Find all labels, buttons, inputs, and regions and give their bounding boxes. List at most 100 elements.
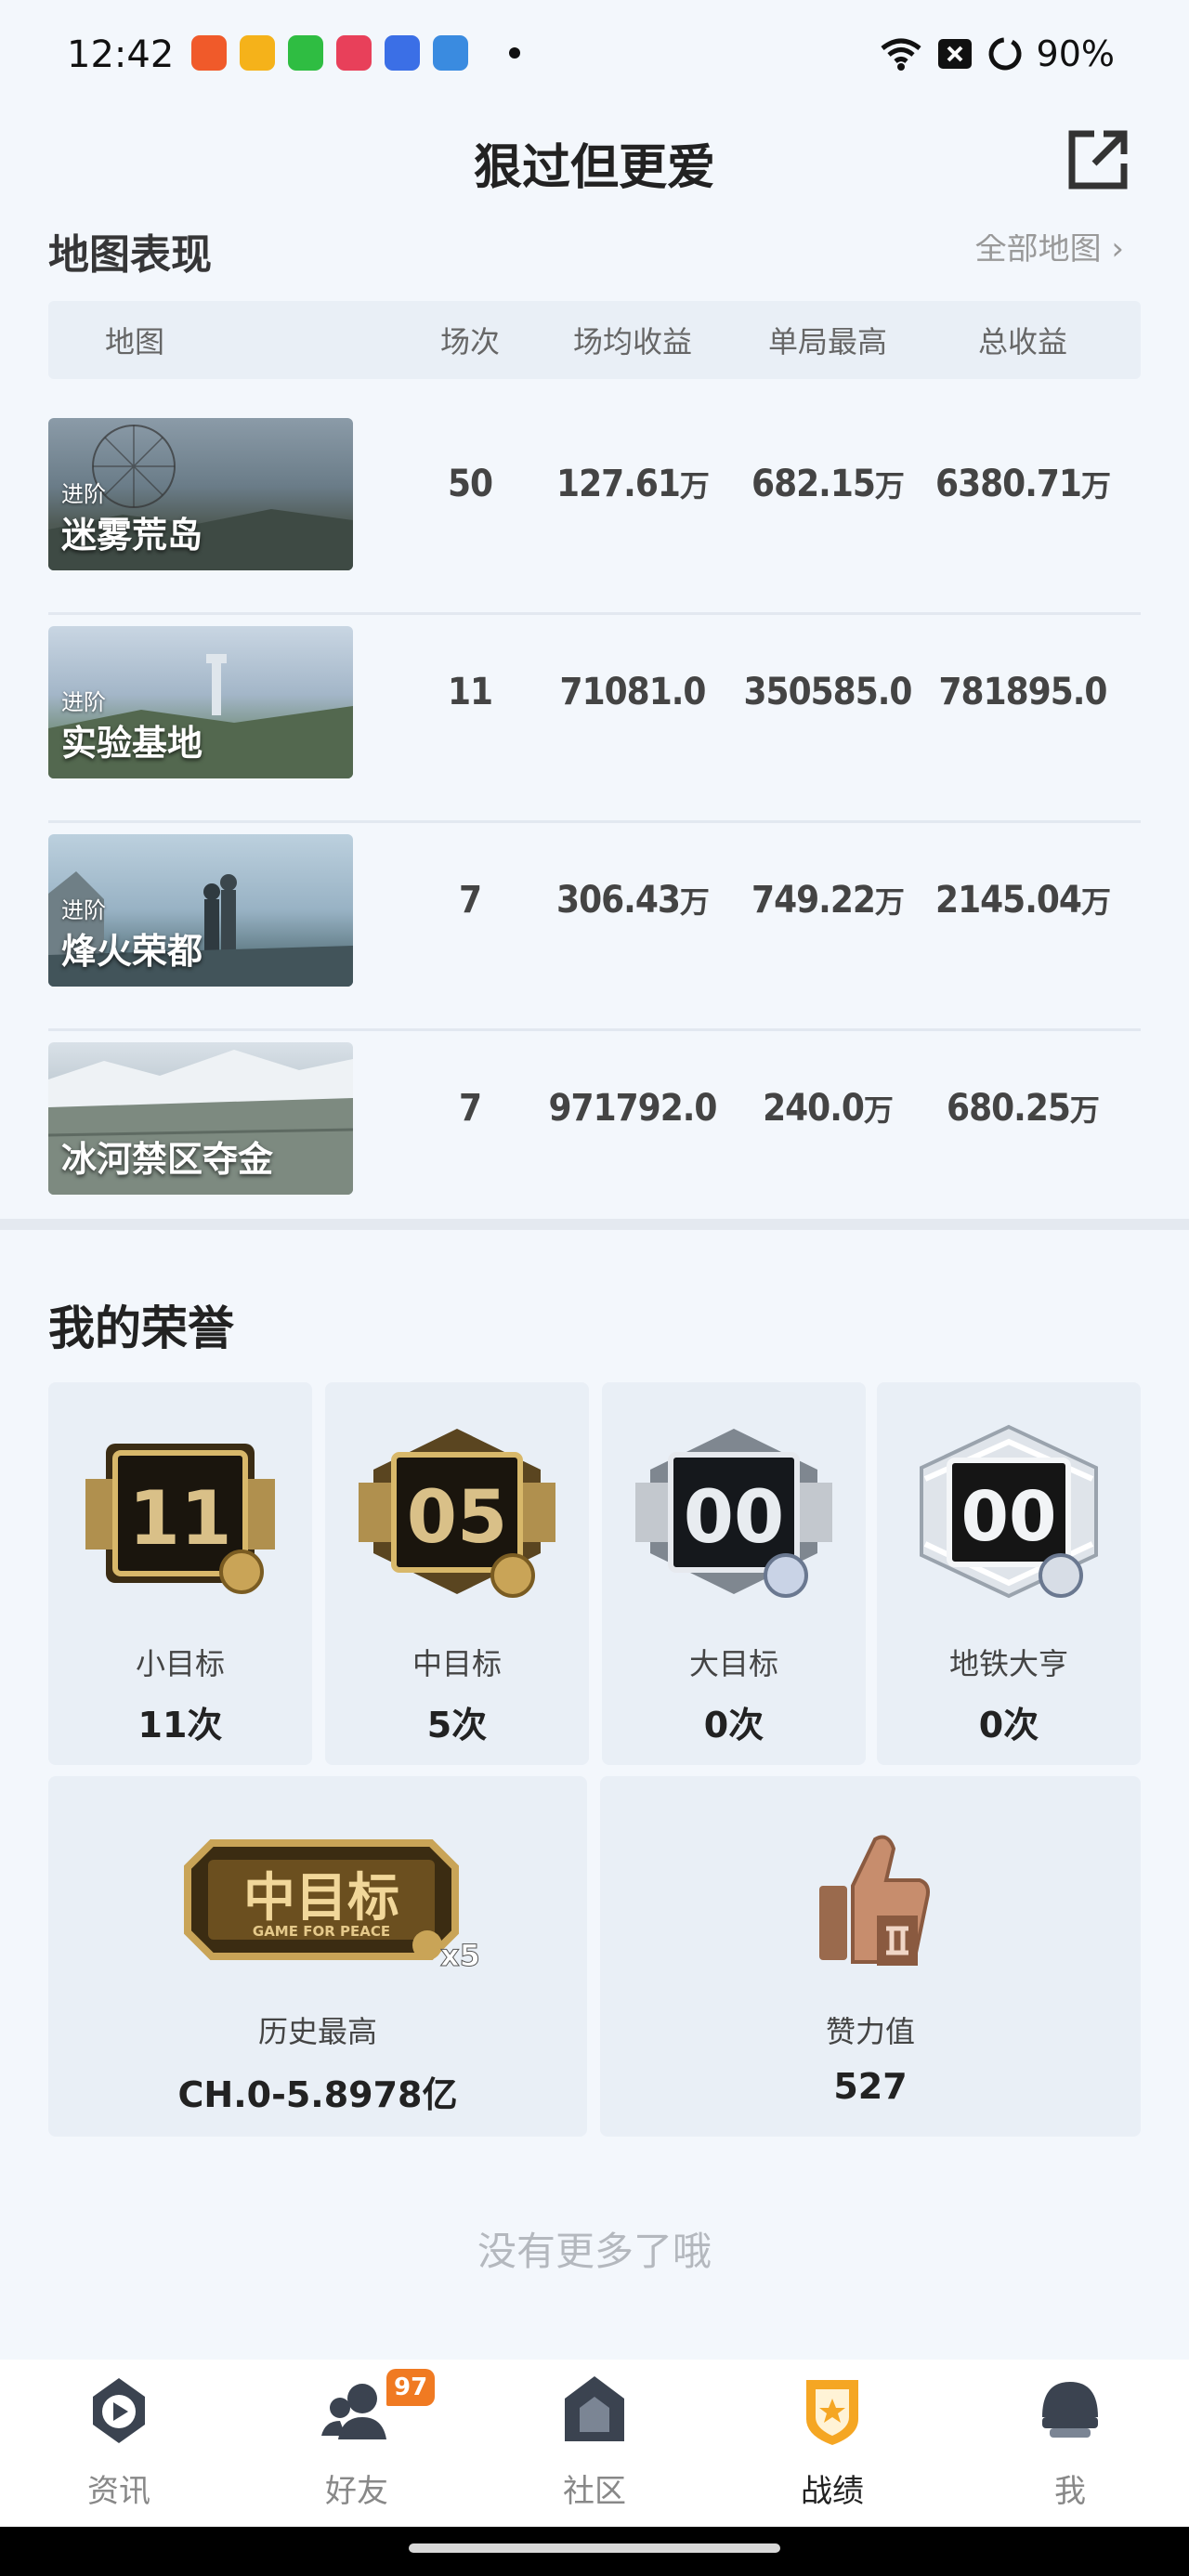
total-value: 781895.0 bbox=[938, 671, 1108, 713]
map-thumbnail: 进阶 实验基地 bbox=[48, 626, 353, 778]
status-right: 90% bbox=[879, 33, 1115, 74]
section-divider bbox=[0, 1219, 1189, 1230]
map-name: 迷雾荒岛 bbox=[61, 515, 203, 556]
map-table-header: 地图 场次 场均收益 单局最高 总收益 bbox=[48, 301, 1141, 379]
best-record-value: CH.0-5.8978亿 bbox=[177, 2074, 458, 2115]
avg-value: 71081.0 bbox=[559, 671, 707, 713]
honor-label: 小目标 bbox=[135, 1646, 225, 1681]
best-record-card[interactable]: 中目标 GAME FOR PEACE x5 历史最高 CH.0-5.8978亿 bbox=[48, 1776, 587, 2137]
nav-label: 好友 bbox=[325, 2473, 388, 2510]
honors-title: 我的荣誉 bbox=[48, 1301, 234, 1355]
thumbs-up-icon bbox=[819, 1835, 930, 1966]
max-value: 682.15万 bbox=[751, 463, 905, 505]
sim-x-icon bbox=[937, 39, 972, 69]
map-thumbnail: 进阶 烽火荣都 bbox=[48, 834, 353, 987]
nav-item-news[interactable]: 资讯 bbox=[0, 2360, 238, 2527]
avg-value: 127.61万 bbox=[556, 463, 710, 505]
share-external-icon[interactable] bbox=[1063, 124, 1133, 195]
map-name: 实验基地 bbox=[61, 723, 203, 764]
map-row[interactable]: 进阶 烽火荣都 7 306.43万 749.22万 2145.04万 bbox=[48, 823, 1141, 1031]
total-value: 6380.71万 bbox=[935, 463, 1111, 505]
nav-label: 社区 bbox=[563, 2473, 626, 2510]
nav-item-friends[interactable]: 97 好友 bbox=[238, 2360, 476, 2527]
mid-goal-medal-icon: 中目标 GAME FOR PEACE x5 bbox=[184, 1839, 480, 1969]
page-title: 狠过但更爱 bbox=[473, 140, 715, 196]
badge-number: 11 bbox=[128, 1475, 231, 1562]
gold-badge-icon: 05 bbox=[359, 1429, 555, 1598]
max-value: 749.22万 bbox=[751, 879, 905, 922]
best-record-label: 历史最高 bbox=[257, 2014, 377, 2049]
nav-label: 资讯 bbox=[87, 2473, 150, 2510]
honor-label: 中目标 bbox=[412, 1646, 502, 1681]
nav-label: 战绩 bbox=[801, 2473, 864, 2510]
honor-count: 5次 bbox=[426, 1705, 488, 1746]
honor-count: 11次 bbox=[137, 1705, 223, 1746]
game-app-icon bbox=[385, 35, 420, 71]
honor-card-mid-goal[interactable]: 05 中目标 5次 bbox=[325, 1382, 589, 1765]
status-bar: 12:42 90% bbox=[0, 0, 1189, 111]
column-header-games: 场次 bbox=[439, 324, 500, 360]
honor-count: 0次 bbox=[978, 1705, 1039, 1746]
likes-card[interactable]: 赞力值 527 bbox=[600, 1776, 1141, 2137]
medal-multiplier: x5 bbox=[440, 1938, 480, 1969]
app-icon bbox=[240, 35, 275, 71]
silver-badge-icon: 00 bbox=[635, 1429, 832, 1598]
games-value: 7 bbox=[458, 1087, 482, 1130]
games-value: 7 bbox=[458, 879, 482, 922]
medal-subtitle: GAME FOR PEACE bbox=[253, 1923, 390, 1940]
friends-icon bbox=[321, 2384, 386, 2439]
honor-card-metro-tycoon[interactable]: 00 地铁大亨 0次 bbox=[877, 1382, 1141, 1765]
map-tag: 进阶 bbox=[61, 481, 106, 507]
helmet-icon bbox=[1042, 2382, 1098, 2438]
map-performance-section: 地图表现 全部地图 › 地图 场次 场均收益 单局最高 总收益 进阶 迷雾荒岛 … bbox=[0, 214, 1189, 1226]
section-title-map: 地图表现 bbox=[48, 231, 212, 279]
battery-ring-icon bbox=[988, 37, 1022, 71]
column-header-map: 地图 bbox=[104, 324, 164, 360]
status-time: 12:42 bbox=[67, 33, 175, 76]
page-header: 狠过但更爱 bbox=[0, 111, 1189, 214]
likes-label: 赞力值 bbox=[825, 2014, 915, 2049]
notification-icons bbox=[191, 35, 520, 71]
badge-number: 05 bbox=[407, 1476, 508, 1560]
map-tag: 进阶 bbox=[61, 689, 106, 715]
map-thumbnail: 冰河禁区夺金 bbox=[48, 1042, 353, 1195]
map-name: 烽火荣都 bbox=[61, 931, 203, 972]
honor-count: 0次 bbox=[703, 1705, 764, 1746]
column-header-max: 单局最高 bbox=[767, 324, 887, 360]
all-maps-link[interactable]: 全部地图 › bbox=[975, 234, 1124, 268]
honor-card-big-goal[interactable]: 00 大目标 0次 bbox=[602, 1382, 866, 1765]
app-icon bbox=[288, 35, 323, 71]
max-value: 350585.0 bbox=[743, 671, 913, 713]
badge-number: 00 bbox=[961, 1477, 1057, 1557]
nav-item-community[interactable]: 社区 bbox=[476, 2360, 713, 2527]
video-app-icon bbox=[336, 35, 372, 71]
avg-value: 971792.0 bbox=[548, 1087, 718, 1130]
nav-item-me[interactable]: 我 bbox=[951, 2360, 1189, 2527]
max-value: 240.0万 bbox=[763, 1087, 894, 1130]
bottom-nav: 资讯 97 好友 社区 战绩 我 bbox=[0, 2360, 1189, 2527]
nav-item-record[interactable]: 战绩 bbox=[713, 2360, 951, 2527]
map-row[interactable]: 进阶 实验基地 11 71081.0 350585.0 781895.0 bbox=[48, 615, 1141, 823]
wifi-icon bbox=[880, 38, 921, 71]
friends-badge: 97 bbox=[386, 2369, 436, 2406]
map-row[interactable]: 进阶 迷雾荒岛 50 127.61万 682.15万 6380.71万 bbox=[48, 407, 1141, 615]
end-of-list-text: 没有更多了哦 bbox=[477, 2229, 712, 2274]
total-value: 680.25万 bbox=[947, 1087, 1100, 1130]
system-gesture-area bbox=[0, 2527, 1189, 2576]
map-row[interactable]: 冰河禁区夺金 7 971792.0 240.0万 680.25万 bbox=[48, 1031, 1141, 1226]
game-app-icon bbox=[433, 35, 468, 71]
record-shield-icon bbox=[806, 2380, 858, 2445]
honor-label: 地铁大亨 bbox=[948, 1646, 1068, 1681]
map-name: 冰河禁区夺金 bbox=[61, 1139, 274, 1180]
news-play-icon bbox=[93, 2378, 145, 2443]
total-value: 2145.04万 bbox=[935, 879, 1111, 922]
game-app-icon bbox=[191, 35, 227, 71]
avg-value: 306.43万 bbox=[556, 879, 710, 922]
community-house-icon bbox=[565, 2376, 624, 2441]
honor-card-small-goal[interactable]: 11 小目标 11次 bbox=[48, 1382, 312, 1765]
badge-number: 00 bbox=[684, 1476, 785, 1560]
likes-value: 527 bbox=[833, 2066, 908, 2107]
gesture-bar[interactable] bbox=[409, 2543, 780, 2553]
honor-label: 大目标 bbox=[688, 1646, 778, 1681]
map-thumbnail: 进阶 迷雾荒岛 bbox=[48, 418, 353, 570]
